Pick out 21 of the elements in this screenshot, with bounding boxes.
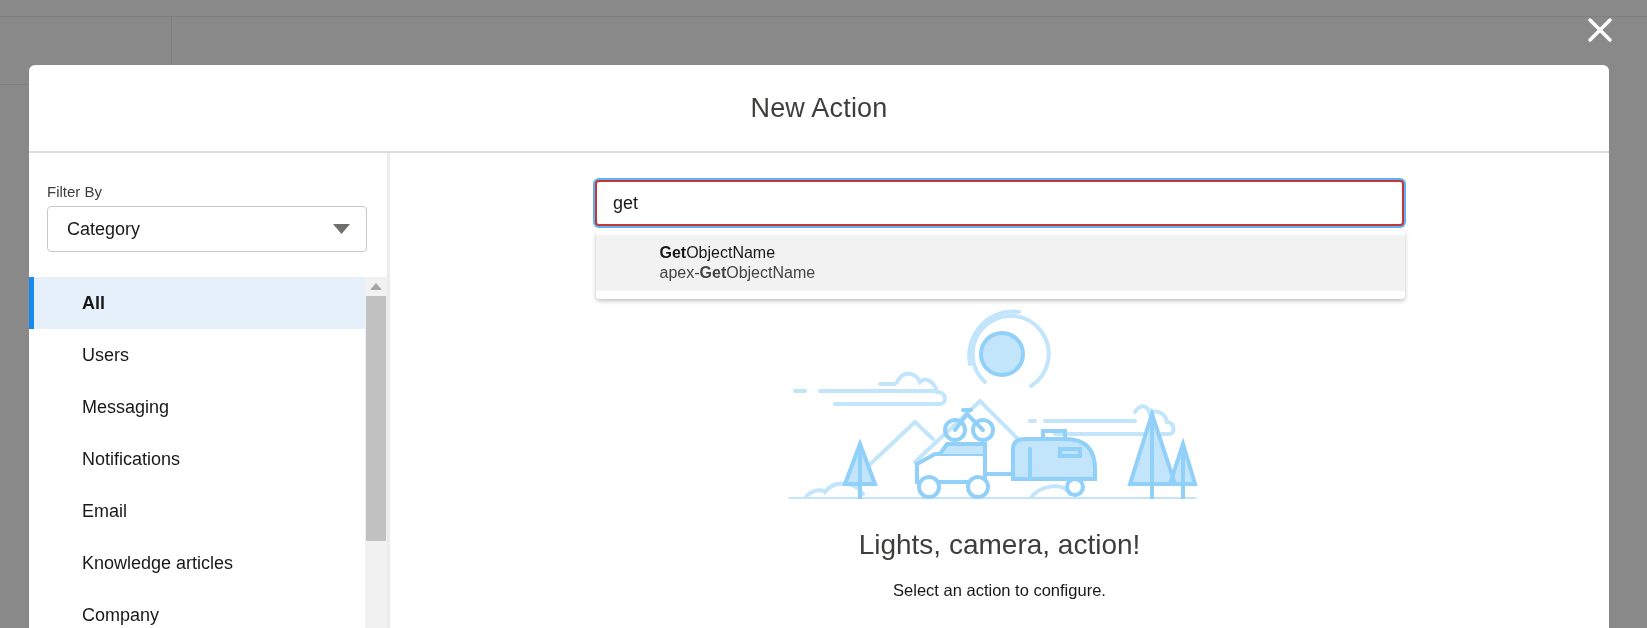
- category-item[interactable]: Company: [29, 589, 365, 628]
- caret-icon: [333, 224, 350, 234]
- filter-label: Filter By: [47, 183, 103, 200]
- close-icon[interactable]: [1587, 17, 1613, 43]
- suggestion-subtitle: apex-GetObjectName: [659, 263, 817, 283]
- suggestion-title: GetObjectName: [659, 243, 777, 263]
- category-item[interactable]: Email: [29, 485, 365, 537]
- empty-state-heading: Lights, camera, action!: [858, 529, 1141, 561]
- dialog-title: New Action: [750, 92, 888, 124]
- category-item[interactable]: Messaging: [29, 381, 365, 433]
- category-item[interactable]: Knowledge articles: [29, 537, 365, 589]
- scrollbar-thumb[interactable]: [366, 296, 386, 541]
- category-item[interactable]: All: [29, 277, 365, 329]
- category-item[interactable]: Users: [29, 329, 365, 381]
- search-field[interactable]: get: [595, 180, 1404, 226]
- empty-state-message: Select an action to configure.: [893, 581, 1106, 600]
- suggestion-option[interactable]: GetObjectName apex-GetObjectName: [595, 235, 1405, 291]
- scrollbar[interactable]: [365, 277, 387, 628]
- category-dropdown[interactable]: Category: [47, 206, 367, 252]
- category-item[interactable]: Notifications: [29, 433, 365, 485]
- dropdown-value: Category: [67, 218, 141, 240]
